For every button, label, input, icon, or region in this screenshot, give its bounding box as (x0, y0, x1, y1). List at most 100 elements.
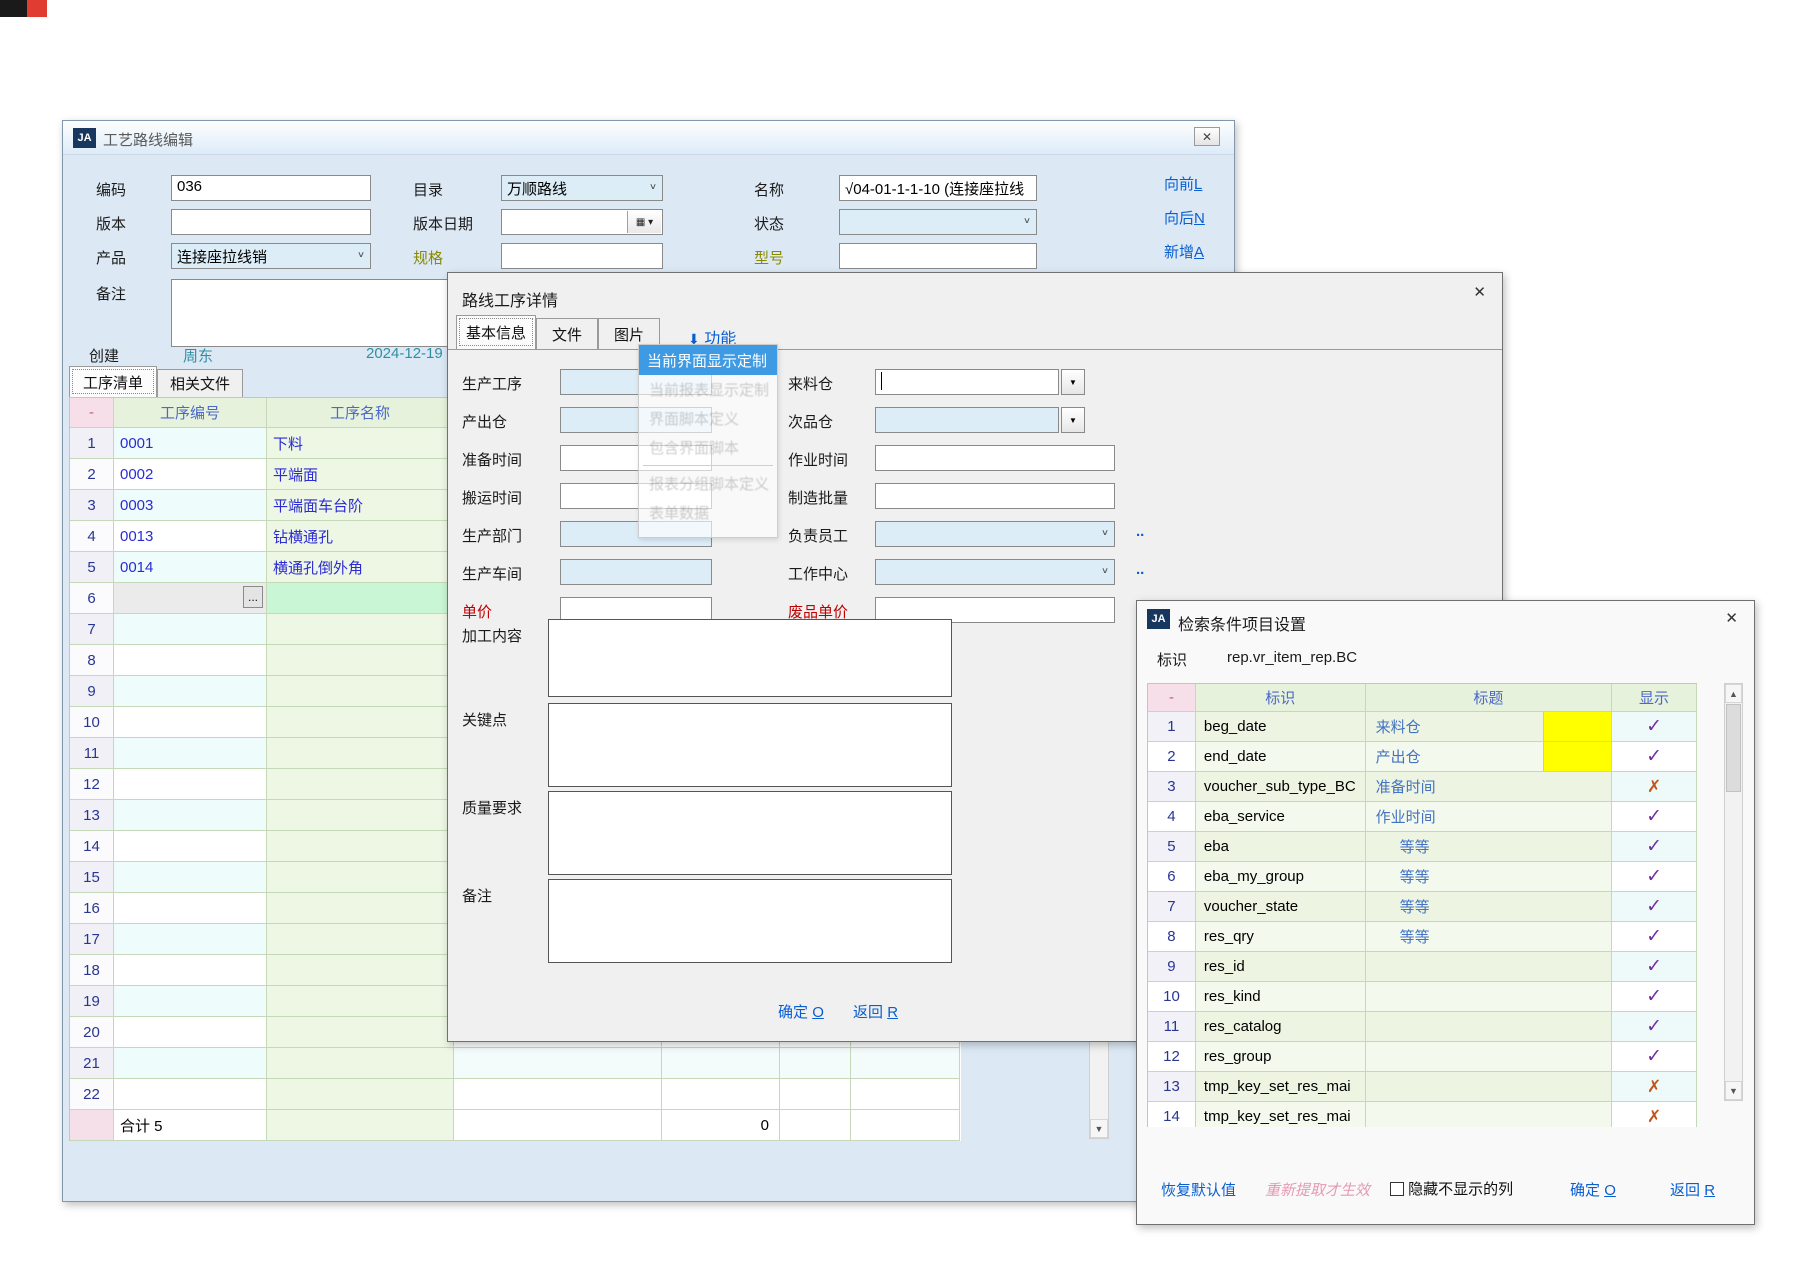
field-input-r2[interactable] (875, 407, 1059, 433)
process-code-cell[interactable] (114, 986, 267, 1017)
process-code-cell[interactable] (114, 1017, 267, 1048)
process-code-cell[interactable] (114, 614, 267, 645)
dropdown-arrow-icon[interactable]: ▼ (1061, 407, 1085, 433)
ident-cell[interactable]: eba_my_group (1196, 862, 1366, 892)
title-cell[interactable] (1366, 1042, 1613, 1072)
ident-cell[interactable]: res_group (1196, 1042, 1366, 1072)
title-cell[interactable]: 来料仓 (1366, 712, 1613, 742)
menu-item-ghost[interactable]: 包含界面脚本 (639, 433, 777, 462)
table-row[interactable]: 7voucher_state等等✓ (1148, 892, 1697, 922)
table-row[interactable]: 11res_catalog✓ (1148, 1012, 1697, 1042)
ident-cell[interactable]: eba (1196, 832, 1366, 862)
show-flag-cell[interactable]: ✓ (1612, 862, 1697, 892)
process-code-cell[interactable]: 0013 (114, 521, 267, 552)
process-code-cell[interactable] (114, 738, 267, 769)
table-row[interactable]: 4eba_service作业时间✓ (1148, 802, 1697, 832)
table-row[interactable]: 5eba等等✓ (1148, 832, 1697, 862)
process-name-cell[interactable] (267, 831, 454, 862)
show-flag-cell[interactable]: ✓ (1612, 802, 1697, 832)
process-name-cell[interactable] (267, 707, 454, 738)
nav-link-L[interactable]: 向前L (1164, 173, 1202, 194)
title-cell[interactable] (1366, 1072, 1613, 1102)
title-cell[interactable]: 等等 (1366, 862, 1613, 892)
title-cell[interactable]: 等等 (1366, 892, 1613, 922)
ok-button[interactable]: 确定 O (778, 1001, 824, 1022)
process-code-cell[interactable] (114, 1048, 267, 1079)
process-code-cell[interactable] (114, 707, 267, 738)
title-cell[interactable]: 产出仓 (1366, 742, 1613, 772)
process-code-cell[interactable] (114, 676, 267, 707)
code-input[interactable]: 036 (171, 175, 371, 201)
process-name-cell[interactable] (267, 924, 454, 955)
process-name-cell[interactable] (267, 1048, 454, 1079)
show-flag-cell[interactable]: ✓ (1612, 952, 1697, 982)
close-icon[interactable]: ✕ (1473, 283, 1486, 301)
table-row[interactable]: 8res_qry等等✓ (1148, 922, 1697, 952)
ident-cell[interactable]: tmp_key_set_res_mai (1196, 1102, 1366, 1127)
ident-cell[interactable]: res_id (1196, 952, 1366, 982)
scroll-thumb[interactable] (1726, 704, 1741, 792)
menu-item-ghost[interactable]: 当前报表显示定制 (639, 375, 777, 404)
title-cell[interactable] (1366, 982, 1613, 1012)
table-row[interactable]: 12res_group✓ (1148, 1042, 1697, 1072)
process-name-cell[interactable] (267, 800, 454, 831)
process-name-cell[interactable]: 平端面车台阶 (267, 490, 454, 521)
scroll-down-icon[interactable]: ▼ (1725, 1081, 1742, 1100)
field-input-r1[interactable] (875, 369, 1059, 395)
show-flag-cell[interactable]: ✓ (1612, 1042, 1697, 1072)
title-cell[interactable]: 作业时间 (1366, 802, 1613, 832)
back-button[interactable]: 返回 R (1670, 1179, 1715, 1200)
ident-cell[interactable]: end_date (1196, 742, 1366, 772)
checkbox-icon[interactable] (1390, 1182, 1404, 1196)
process-code-cell[interactable] (114, 831, 267, 862)
process-name-cell[interactable]: 下料 (267, 428, 454, 459)
show-flag-cell[interactable]: ✓ (1612, 1012, 1697, 1042)
scroll-up-icon[interactable]: ▲ (1725, 684, 1742, 703)
version-input[interactable] (171, 209, 371, 235)
state-combo[interactable]: ∨ (839, 209, 1037, 235)
field-input-6[interactable] (560, 559, 712, 585)
ident-cell[interactable]: res_kind (1196, 982, 1366, 1012)
textarea-4[interactable] (548, 879, 952, 963)
process-name-cell[interactable] (267, 583, 454, 614)
table-row[interactable]: 10res_kind✓ (1148, 982, 1697, 1012)
dropdown-arrow-icon[interactable]: ▼ (1061, 369, 1085, 395)
process-name-cell[interactable] (267, 955, 454, 986)
close-icon[interactable]: ✕ (1194, 127, 1220, 146)
product-combo[interactable]: 连接座拉线销∨ (171, 243, 371, 269)
process-name-cell[interactable] (267, 986, 454, 1017)
menu-item-ghost[interactable]: 界面脚本定义 (639, 404, 777, 433)
tab-basic-info[interactable]: 基本信息 (456, 315, 536, 349)
hide-columns-checkbox[interactable]: 隐藏不显示的列 (1390, 1178, 1513, 1199)
more-dots-link[interactable]: .. (1136, 523, 1144, 540)
process-name-cell[interactable]: 钻横通孔 (267, 521, 454, 552)
title-cell[interactable]: 等等 (1366, 832, 1613, 862)
process-code-cell[interactable] (114, 862, 267, 893)
process-name-cell[interactable] (267, 614, 454, 645)
process-name-cell[interactable] (267, 645, 454, 676)
back-button[interactable]: 返回 R (853, 1001, 898, 1022)
field-input-r5[interactable]: ∨ (875, 521, 1115, 547)
ellipsis-button[interactable]: ... (243, 586, 263, 608)
show-flag-cell[interactable]: ✓ (1612, 982, 1697, 1012)
process-code-cell[interactable] (114, 769, 267, 800)
scroll-down-icon[interactable]: ▼ (1090, 1119, 1108, 1138)
table-row[interactable]: 9res_id✓ (1148, 952, 1697, 982)
title-cell[interactable] (1366, 952, 1613, 982)
process-code-cell[interactable] (114, 893, 267, 924)
name-input[interactable]: √04-01-1-1-10 (连接座拉线 (839, 175, 1037, 201)
table-row[interactable]: 1beg_date来料仓✓ (1148, 712, 1697, 742)
menu-item-ghost[interactable]: 表单数据 (639, 498, 777, 527)
yellow-color-cell[interactable] (1543, 712, 1611, 741)
tab-files[interactable]: 文件 (536, 318, 598, 349)
show-flag-cell[interactable]: ✓ (1612, 712, 1697, 742)
process-code-cell[interactable]: 0002 (114, 459, 267, 490)
ident-cell[interactable]: voucher_sub_type_BC (1196, 772, 1366, 802)
title-cell[interactable] (1366, 1012, 1613, 1042)
ok-button[interactable]: 确定 O (1570, 1179, 1616, 1200)
table-row[interactable]: 6eba_my_group等等✓ (1148, 862, 1697, 892)
title-cell[interactable]: 等等 (1366, 922, 1613, 952)
process-code-cell[interactable] (114, 955, 267, 986)
version-date-input[interactable]: ▦ ▾ (501, 209, 663, 235)
model-input[interactable] (839, 243, 1037, 269)
